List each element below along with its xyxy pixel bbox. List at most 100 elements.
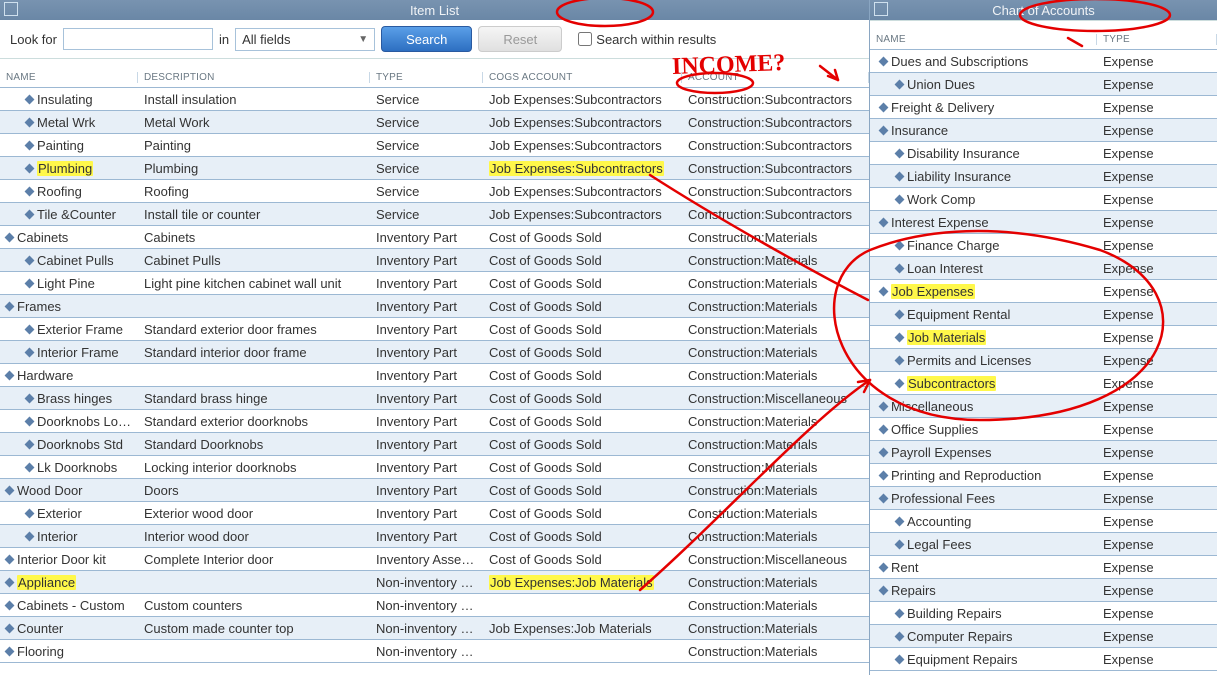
table-row[interactable]: InsuranceExpense [870, 119, 1217, 142]
header-description[interactable]: DESCRIPTION [138, 72, 370, 83]
header-name[interactable]: NAME [0, 72, 138, 83]
table-row[interactable]: Disability InsuranceExpense [870, 142, 1217, 165]
table-row[interactable]: ApplianceNon-inventory PartJob Expenses:… [0, 571, 869, 594]
chevron-down-icon: ▼ [358, 34, 368, 45]
table-row[interactable]: MiscellaneousExpense [870, 395, 1217, 418]
table-row[interactable]: Office SuppliesExpense [870, 418, 1217, 441]
header-type[interactable]: TYPE [370, 72, 483, 83]
table-row[interactable]: Building RepairsExpense [870, 602, 1217, 625]
table-row[interactable]: Cabinets - CustomCustom countersNon-inve… [0, 594, 869, 617]
header-type[interactable]: TYPE [1097, 34, 1217, 45]
table-row[interactable]: InteriorInterior wood doorInventory Part… [0, 525, 869, 548]
search-within-input[interactable] [578, 32, 592, 46]
diamond-icon [5, 232, 15, 242]
diamond-icon [895, 171, 905, 181]
table-row[interactable]: Wood DoorDoorsInventory PartCost of Good… [0, 479, 869, 502]
table-row[interactable]: SubcontractorsExpense [870, 372, 1217, 395]
diamond-icon [25, 163, 35, 173]
table-row[interactable]: Job ExpensesExpense [870, 280, 1217, 303]
cell-name: Work Comp [870, 192, 1097, 207]
cell-type: Expense [1097, 629, 1217, 644]
table-row[interactable]: Job MaterialsExpense [870, 326, 1217, 349]
diamond-icon [879, 562, 889, 572]
diamond-icon [895, 608, 905, 618]
window-control-icon[interactable] [874, 2, 888, 16]
cell-type: Non-inventory Part [370, 598, 483, 613]
item-list-rows[interactable]: InsulatingInstall insulationServiceJob E… [0, 88, 869, 675]
table-row[interactable]: Work CompExpense [870, 188, 1217, 211]
table-row[interactable]: FlooringNon-inventory PartConstruction:M… [0, 640, 869, 663]
cell-name: Printing and Reproduction [870, 468, 1097, 483]
table-row[interactable]: PaintingPaintingServiceJob Expenses:Subc… [0, 134, 869, 157]
table-row[interactable]: Exterior FrameStandard exterior door fra… [0, 318, 869, 341]
table-row[interactable]: RoofingRoofingServiceJob Expenses:Subcon… [0, 180, 869, 203]
cell-type: Inventory Part [370, 414, 483, 429]
table-row[interactable]: RepairsExpense [870, 579, 1217, 602]
cell-description: Roofing [138, 184, 370, 199]
table-row[interactable]: Interior FrameStandard interior door fra… [0, 341, 869, 364]
coa-header: NAME TYPE [870, 20, 1217, 50]
table-row[interactable]: Tile &CounterInstall tile or counterServ… [0, 203, 869, 226]
diamond-icon [25, 393, 35, 403]
cell-cogs: Cost of Goods Sold [483, 460, 682, 475]
table-row[interactable]: Equipment RentalExpense [870, 303, 1217, 326]
cell-cogs: Job Expenses:Job Materials [483, 621, 682, 636]
cell-name: Doorknobs Std [0, 437, 138, 452]
table-row[interactable]: RentExpense [870, 556, 1217, 579]
cell-description: Doors [138, 483, 370, 498]
table-row[interactable]: AccountingExpense [870, 510, 1217, 533]
reset-button[interactable]: Reset [478, 26, 562, 52]
table-row[interactable]: Computer RepairsExpense [870, 625, 1217, 648]
cell-account: Construction:Subcontractors [682, 138, 869, 153]
table-row[interactable]: Liability InsuranceExpense [870, 165, 1217, 188]
table-row[interactable]: Doorknobs Lock...Standard exterior doork… [0, 410, 869, 433]
cell-description: Complete Interior door [138, 552, 370, 567]
table-row[interactable]: Payroll ExpensesExpense [870, 441, 1217, 464]
table-row[interactable]: Equipment RepairsExpense [870, 648, 1217, 671]
cell-type: Inventory Part [370, 460, 483, 475]
diamond-icon [895, 516, 905, 526]
field-select[interactable]: All fields ▼ [235, 28, 375, 51]
table-row[interactable]: HardwareInventory PartCost of Goods Sold… [0, 364, 869, 387]
table-row[interactable]: Legal FeesExpense [870, 533, 1217, 556]
table-row[interactable]: CounterCustom made counter topNon-invent… [0, 617, 869, 640]
search-within-checkbox[interactable]: Search within results [578, 32, 716, 47]
diamond-icon [879, 470, 889, 480]
cell-account: Construction:Subcontractors [682, 184, 869, 199]
coa-titlebar[interactable]: Chart of Accounts [870, 0, 1217, 20]
header-name[interactable]: NAME [870, 34, 1097, 45]
cell-description: Light pine kitchen cabinet wall unit [138, 276, 370, 291]
table-row[interactable]: Dues and SubscriptionsExpense [870, 50, 1217, 73]
cell-description: Install insulation [138, 92, 370, 107]
search-button[interactable]: Search [381, 26, 472, 52]
table-row[interactable]: Doorknobs StdStandard DoorknobsInventory… [0, 433, 869, 456]
table-row[interactable]: ExteriorExterior wood doorInventory Part… [0, 502, 869, 525]
table-row[interactable]: Permits and LicensesExpense [870, 349, 1217, 372]
table-row[interactable]: CabinetsCabinetsInventory PartCost of Go… [0, 226, 869, 249]
table-row[interactable]: Union DuesExpense [870, 73, 1217, 96]
table-row[interactable]: Lk DoorknobsLocking interior doorknobsIn… [0, 456, 869, 479]
table-row[interactable]: FramesInventory PartCost of Goods SoldCo… [0, 295, 869, 318]
table-row[interactable]: Metal WrkMetal WorkServiceJob Expenses:S… [0, 111, 869, 134]
item-list-titlebar[interactable]: Item List [0, 0, 869, 20]
table-row[interactable]: Cabinet PullsCabinet PullsInventory Part… [0, 249, 869, 272]
table-row[interactable]: PlumbingPlumbingServiceJob Expenses:Subc… [0, 157, 869, 180]
search-input[interactable] [63, 28, 213, 50]
cell-account: Construction:Materials [682, 506, 869, 521]
table-row[interactable]: Light PineLight pine kitchen cabinet wal… [0, 272, 869, 295]
window-control-icon[interactable] [4, 2, 18, 16]
header-cogs-account[interactable]: COGS ACCOUNT [483, 72, 682, 83]
coa-rows[interactable]: Dues and SubscriptionsExpenseUnion DuesE… [870, 50, 1217, 675]
table-row[interactable]: Professional FeesExpense [870, 487, 1217, 510]
table-row[interactable]: Loan InterestExpense [870, 257, 1217, 280]
table-row[interactable]: Printing and ReproductionExpense [870, 464, 1217, 487]
cell-name: Exterior [0, 506, 138, 521]
cell-name: Payroll Expenses [870, 445, 1097, 460]
table-row[interactable]: Freight & DeliveryExpense [870, 96, 1217, 119]
table-row[interactable]: Finance ChargeExpense [870, 234, 1217, 257]
table-row[interactable]: Brass hingesStandard brass hingeInventor… [0, 387, 869, 410]
table-row[interactable]: Interest ExpenseExpense [870, 211, 1217, 234]
chart-of-accounts-panel: Chart of Accounts NAME TYPE Dues and Sub… [870, 0, 1217, 675]
table-row[interactable]: Interior Door kitComplete Interior doorI… [0, 548, 869, 571]
table-row[interactable]: InsulatingInstall insulationServiceJob E… [0, 88, 869, 111]
